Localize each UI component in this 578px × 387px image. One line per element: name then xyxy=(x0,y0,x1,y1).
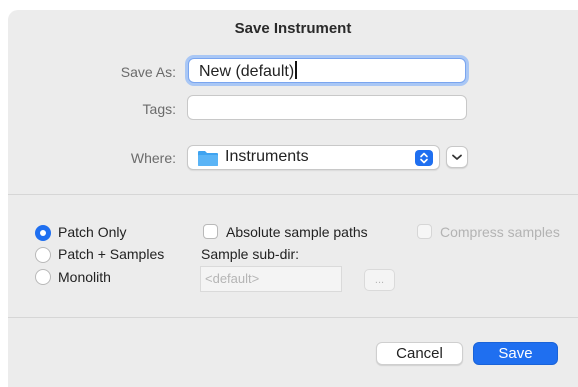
browse-subdir-button[interactable]: ... xyxy=(364,269,395,291)
tags-field[interactable] xyxy=(187,95,467,120)
tags-label: Tags: xyxy=(142,101,176,117)
save-as-value: New (default) xyxy=(199,63,295,80)
where-value: Instruments xyxy=(225,148,309,165)
patch-only-radio[interactable] xyxy=(35,225,51,241)
separator xyxy=(8,317,578,318)
absolute-paths-checkbox[interactable] xyxy=(203,224,218,239)
compress-samples-label: Compress samples xyxy=(440,224,560,240)
cancel-button[interactable]: Cancel xyxy=(376,342,463,365)
chevron-down-icon xyxy=(452,154,462,160)
expand-browser-button[interactable] xyxy=(446,146,468,168)
where-popup[interactable]: Instruments xyxy=(187,145,440,170)
sample-subdir-label: Sample sub-dir: xyxy=(201,246,300,262)
separator xyxy=(8,194,578,195)
title-bar: Save Instrument xyxy=(8,10,578,45)
dialog-title: Save Instrument xyxy=(234,20,352,37)
monolith-radio[interactable] xyxy=(35,269,51,285)
updown-arrows-icon xyxy=(415,150,433,166)
save-instrument-dialog: Save Instrument Save As: New (default) T… xyxy=(8,10,578,387)
save-as-field[interactable]: New (default) xyxy=(188,58,466,83)
sample-subdir-input[interactable]: <default> xyxy=(200,266,342,292)
save-as-label: Save As: xyxy=(120,64,176,80)
absolute-paths-label: Absolute sample paths xyxy=(226,224,368,240)
text-caret xyxy=(295,61,297,79)
folder-icon xyxy=(198,151,218,166)
patch-samples-label: Patch + Samples xyxy=(58,246,165,262)
compress-samples-checkbox[interactable] xyxy=(417,224,432,239)
monolith-label: Monolith xyxy=(58,269,111,285)
patch-samples-radio[interactable] xyxy=(35,247,51,263)
sample-subdir-placeholder: <default> xyxy=(205,271,260,286)
where-label: Where: xyxy=(130,150,176,166)
patch-only-label: Patch Only xyxy=(58,224,127,240)
save-button[interactable]: Save xyxy=(473,342,558,365)
